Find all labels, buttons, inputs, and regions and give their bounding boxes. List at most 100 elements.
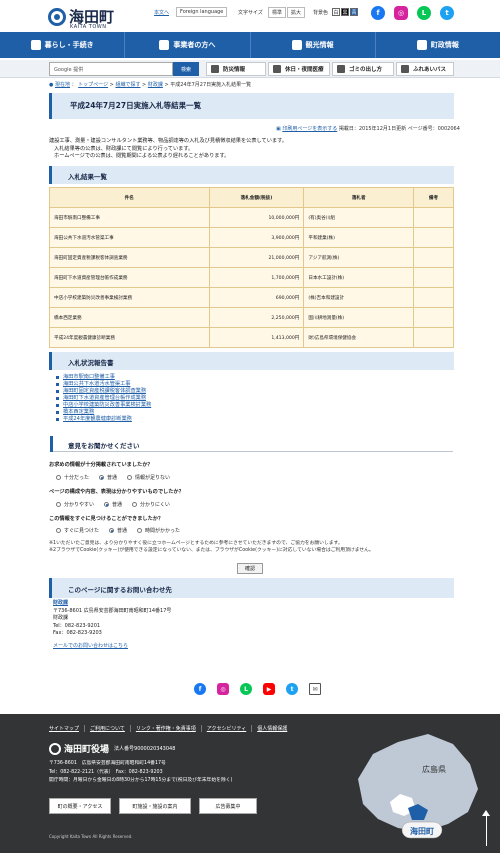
breadcrumb-top[interactable]: トップページ bbox=[78, 82, 108, 88]
report-link[interactable]: 橋本西定業務 bbox=[63, 409, 94, 416]
radio-icon[interactable] bbox=[56, 528, 61, 533]
report-link[interactable]: 海田市駅南口整備工事 bbox=[63, 374, 115, 381]
building-icon bbox=[159, 40, 170, 50]
youtube-icon[interactable]: ▶ bbox=[263, 683, 275, 695]
radio-selected-icon[interactable] bbox=[99, 475, 105, 480]
radio-option[interactable]: すぐに見つけた bbox=[56, 527, 99, 534]
survey-submit-button[interactable]: 確認 bbox=[237, 563, 263, 574]
radio-option[interactable]: 時間がかかった bbox=[137, 527, 180, 534]
contact-dept-link[interactable]: 財政課 bbox=[53, 600, 171, 608]
arrow-line bbox=[485, 816, 487, 846]
footer-ads-button[interactable]: 広告募集中 bbox=[199, 798, 257, 814]
instagram-icon[interactable]: ◎ bbox=[394, 6, 408, 20]
footer-link[interactable]: ご利用について bbox=[85, 725, 131, 732]
col-amount: 落札金額(税抜) bbox=[208, 187, 305, 208]
bus-info-link[interactable]: ふれあいバス bbox=[396, 62, 454, 76]
instagram-icon[interactable]: ◎ bbox=[217, 683, 229, 695]
survey-accent bbox=[50, 436, 53, 452]
bg-blue-button[interactable]: 青 bbox=[350, 8, 358, 16]
footer-link[interactable]: リンク・著作権・免責事項 bbox=[131, 725, 202, 732]
garbage-info-link[interactable]: ゴミの出し方 bbox=[332, 62, 394, 76]
page-top-button[interactable] bbox=[482, 810, 490, 846]
reports-heading: 入札状況報告書 bbox=[68, 359, 114, 367]
line-icon[interactable]: L bbox=[417, 6, 431, 20]
results-heading-box bbox=[49, 166, 454, 184]
list-item[interactable]: 海田町下水道資産管理台帳作成業務 bbox=[56, 395, 151, 402]
radio-option[interactable]: 十分だった bbox=[56, 474, 89, 481]
mail-icon[interactable]: ✉ bbox=[309, 683, 321, 695]
skip-to-content-link[interactable]: 本文へ bbox=[154, 9, 169, 16]
radio-icon[interactable] bbox=[127, 475, 133, 480]
foreign-language-select[interactable]: Foreign language bbox=[176, 7, 228, 17]
search-button[interactable]: 検索 bbox=[173, 62, 199, 76]
twitter-icon[interactable]: t bbox=[286, 683, 298, 695]
radio-icon[interactable] bbox=[56, 502, 61, 507]
option-label: 時間がかかった bbox=[145, 528, 181, 534]
footer-link[interactable]: 個人情報保護 bbox=[252, 725, 292, 732]
cell-winner: 平和建業(株) bbox=[303, 227, 415, 248]
list-item[interactable]: 橋本西定業務 bbox=[56, 409, 151, 416]
radio-option[interactable]: 情報が足りない bbox=[127, 474, 170, 481]
print-icon: ▣ bbox=[276, 126, 281, 132]
survey-notes: ※1いただいたご意見は、より分かりやすく役に立つホームページとするために参考にさ… bbox=[49, 540, 454, 554]
footer-link[interactable]: サイトマップ bbox=[49, 725, 86, 732]
cell-note bbox=[413, 327, 454, 348]
report-link[interactable]: 中店小学校建築防災改善事業検討業務 bbox=[63, 402, 151, 409]
nav-business[interactable]: 事業者の方へ bbox=[125, 32, 251, 58]
site-logo[interactable]: 海田町 KAITA TOWN bbox=[48, 6, 114, 30]
bg-white-button[interactable]: 白 bbox=[332, 8, 340, 16]
nav-tourism[interactable]: 観光情報 bbox=[251, 32, 376, 58]
cell-name: 海田町固定資産税課税客体調査業務 bbox=[49, 247, 210, 268]
print-link[interactable]: 印刷用ページを表示する bbox=[282, 126, 337, 132]
results-heading: 入札結果一覧 bbox=[68, 173, 107, 181]
holiday-medical-link[interactable]: 休日・夜間医療 bbox=[268, 62, 330, 76]
footer-facilities-button[interactable]: 町施設・施設の案内 bbox=[119, 798, 191, 814]
breadcrumb: ● 現在地 ： トップページ > 組織で探す > 財政課 > 平成24年7月27… bbox=[49, 82, 252, 88]
town-emblem-icon bbox=[48, 8, 66, 26]
list-item[interactable]: 中店小学校建築防災改善事業検討業務 bbox=[56, 402, 151, 409]
radio-option[interactable]: 分かりにくい bbox=[132, 501, 170, 508]
contact-address: 〒736-8601 広島県安芸郡海田町南昭和町14番17号 bbox=[53, 607, 172, 614]
report-link[interactable]: 海田公共下水道汚水管渠工事 bbox=[63, 381, 130, 388]
font-size-large-button[interactable]: 拡大 bbox=[287, 7, 306, 18]
radio-option[interactable]: 普通 bbox=[109, 527, 127, 534]
footer-link[interactable]: アクセシビリティ bbox=[202, 725, 253, 732]
radio-icon[interactable] bbox=[56, 475, 61, 480]
radio-option[interactable]: 普通 bbox=[104, 501, 122, 508]
radio-icon[interactable] bbox=[137, 528, 143, 533]
bg-black-button[interactable]: 黒 bbox=[341, 8, 349, 16]
nav-living[interactable]: 暮らし・手続き bbox=[0, 32, 126, 58]
breadcrumb-finance[interactable]: 財政課 bbox=[148, 82, 163, 88]
twitter-icon[interactable]: t bbox=[440, 6, 454, 20]
line-icon[interactable]: L bbox=[240, 683, 252, 695]
copyright: Copyright Kaita Town All Rights Reserved… bbox=[49, 834, 133, 839]
list-item[interactable]: 平成24年度観農健康診断業務 bbox=[56, 416, 151, 423]
background-color-label: 背景色 bbox=[313, 10, 329, 16]
list-item[interactable]: 海田公共下水道汚水管渠工事 bbox=[56, 381, 151, 388]
radio-icon[interactable] bbox=[132, 502, 138, 507]
contact-mail-link[interactable]: メールでのお問い合わせはこちら bbox=[53, 643, 171, 651]
list-item[interactable]: 海田町固定資産税課税客体調査業務 bbox=[56, 388, 151, 395]
report-link[interactable]: 海田町固定資産税課税客体調査業務 bbox=[63, 388, 146, 395]
radio-selected-icon[interactable] bbox=[109, 528, 115, 533]
facebook-icon[interactable]: f bbox=[371, 6, 385, 20]
search-input[interactable]: Google 提供 bbox=[49, 62, 173, 76]
radio-selected-icon[interactable] bbox=[104, 502, 110, 507]
nav-government[interactable]: 町政情報 bbox=[376, 32, 500, 58]
share-icons: f ◎ L ▶ t ✉ bbox=[194, 683, 321, 695]
cell-note bbox=[413, 307, 454, 328]
radio-option[interactable]: 普通 bbox=[99, 474, 117, 481]
cell-amount: 10,000,000円 bbox=[208, 207, 305, 228]
report-link[interactable]: 平成24年度観農健康診断業務 bbox=[63, 416, 132, 423]
report-link[interactable]: 海田町下水道資産管理台帳作成業務 bbox=[63, 395, 146, 402]
disaster-info-link[interactable]: 防災情報 bbox=[206, 62, 266, 76]
radio-option[interactable]: 分かりやすい bbox=[56, 501, 94, 508]
footer-access-button[interactable]: 町の概要・アクセス bbox=[49, 798, 111, 814]
facebook-icon[interactable]: f bbox=[194, 683, 206, 695]
list-item[interactable]: 海田市駅南口整備工事 bbox=[56, 374, 151, 381]
footer-address: 〒736-8601 広島県安芸郡海田町南昭和町14番17号 bbox=[49, 761, 166, 766]
bullet-icon bbox=[56, 411, 59, 414]
breadcrumb-org[interactable]: 組織で探す bbox=[115, 82, 140, 88]
font-size-normal-button[interactable]: 標準 bbox=[268, 7, 287, 18]
cell-winner: 日本水工設計(株) bbox=[303, 267, 415, 288]
